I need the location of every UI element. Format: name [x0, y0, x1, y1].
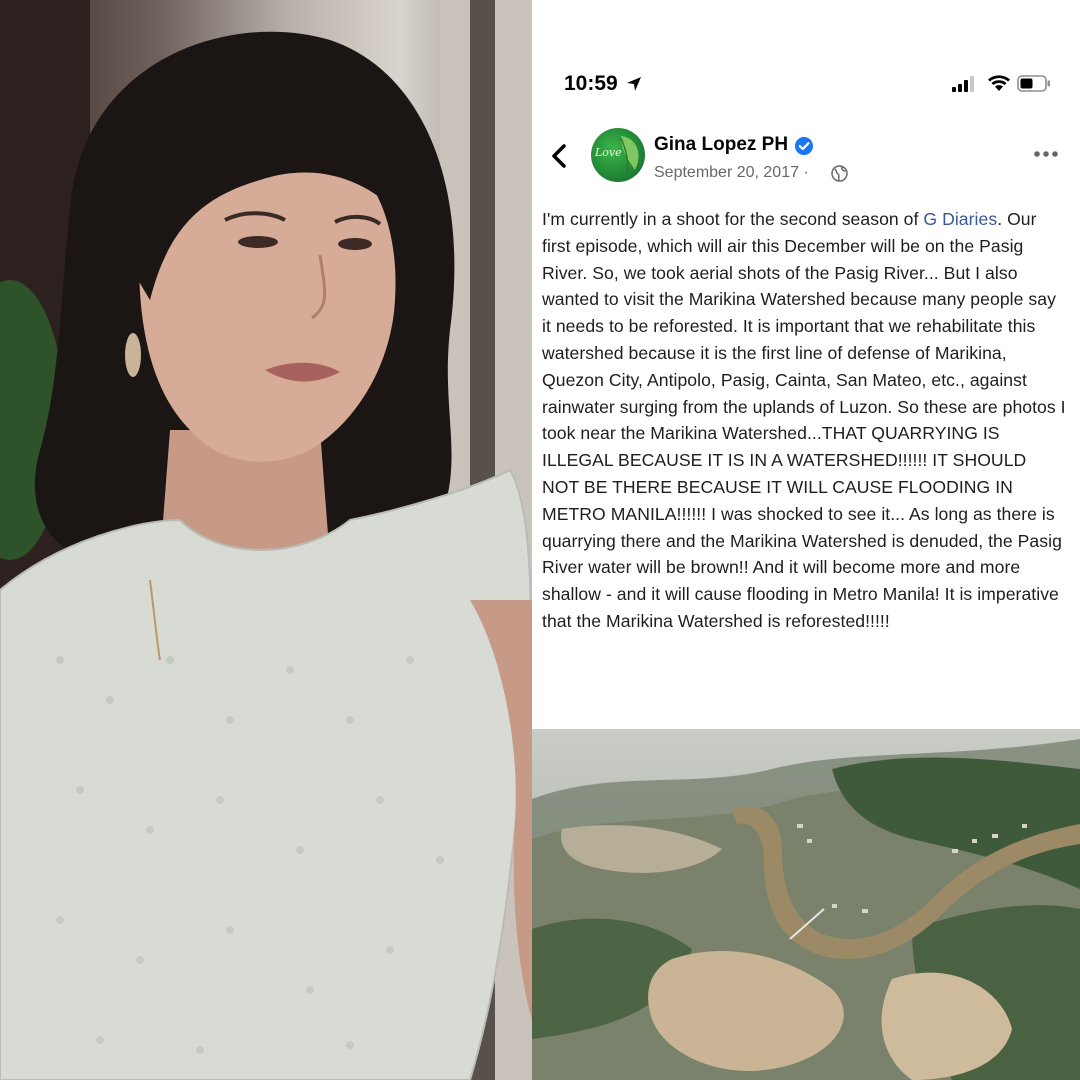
battery-icon	[1017, 75, 1050, 92]
globe-icon	[831, 165, 848, 182]
back-chevron-icon[interactable]	[546, 140, 574, 172]
aerial-landscape-illustration	[532, 729, 1080, 1080]
post-photo-aerial[interactable]	[532, 729, 1080, 1080]
g-diaries-link[interactable]: G Diaries	[923, 209, 997, 229]
signal-icon	[952, 76, 974, 92]
status-bar: 10:59	[532, 66, 1080, 102]
post-text: I'm currently in a shoot for the second …	[542, 206, 1068, 635]
portrait-photo	[0, 0, 532, 1080]
verified-badge-icon	[795, 137, 813, 155]
page-name[interactable]: Gina Lopez PH	[654, 134, 788, 156]
post-date[interactable]: September 20, 2017 ·	[654, 164, 809, 182]
more-options-icon[interactable]	[1032, 148, 1060, 160]
post-text-intro: I'm currently in a shoot for the second …	[542, 209, 924, 229]
avatar-text: Love	[595, 146, 622, 159]
wifi-icon	[988, 75, 1010, 91]
portrait-illustration	[0, 0, 532, 1080]
post-text-main: . Our first episode, which will air this…	[542, 209, 1066, 631]
location-arrow-icon	[627, 77, 641, 91]
page-avatar[interactable]: Love	[591, 128, 645, 182]
status-time: 10:59	[564, 72, 618, 95]
post-header: Love Gina Lopez PH September 20, 2017 ·	[532, 120, 1080, 196]
phone-screenshot: 10:59 Love Gina Lopez PH September 20, 2…	[532, 0, 1080, 1080]
